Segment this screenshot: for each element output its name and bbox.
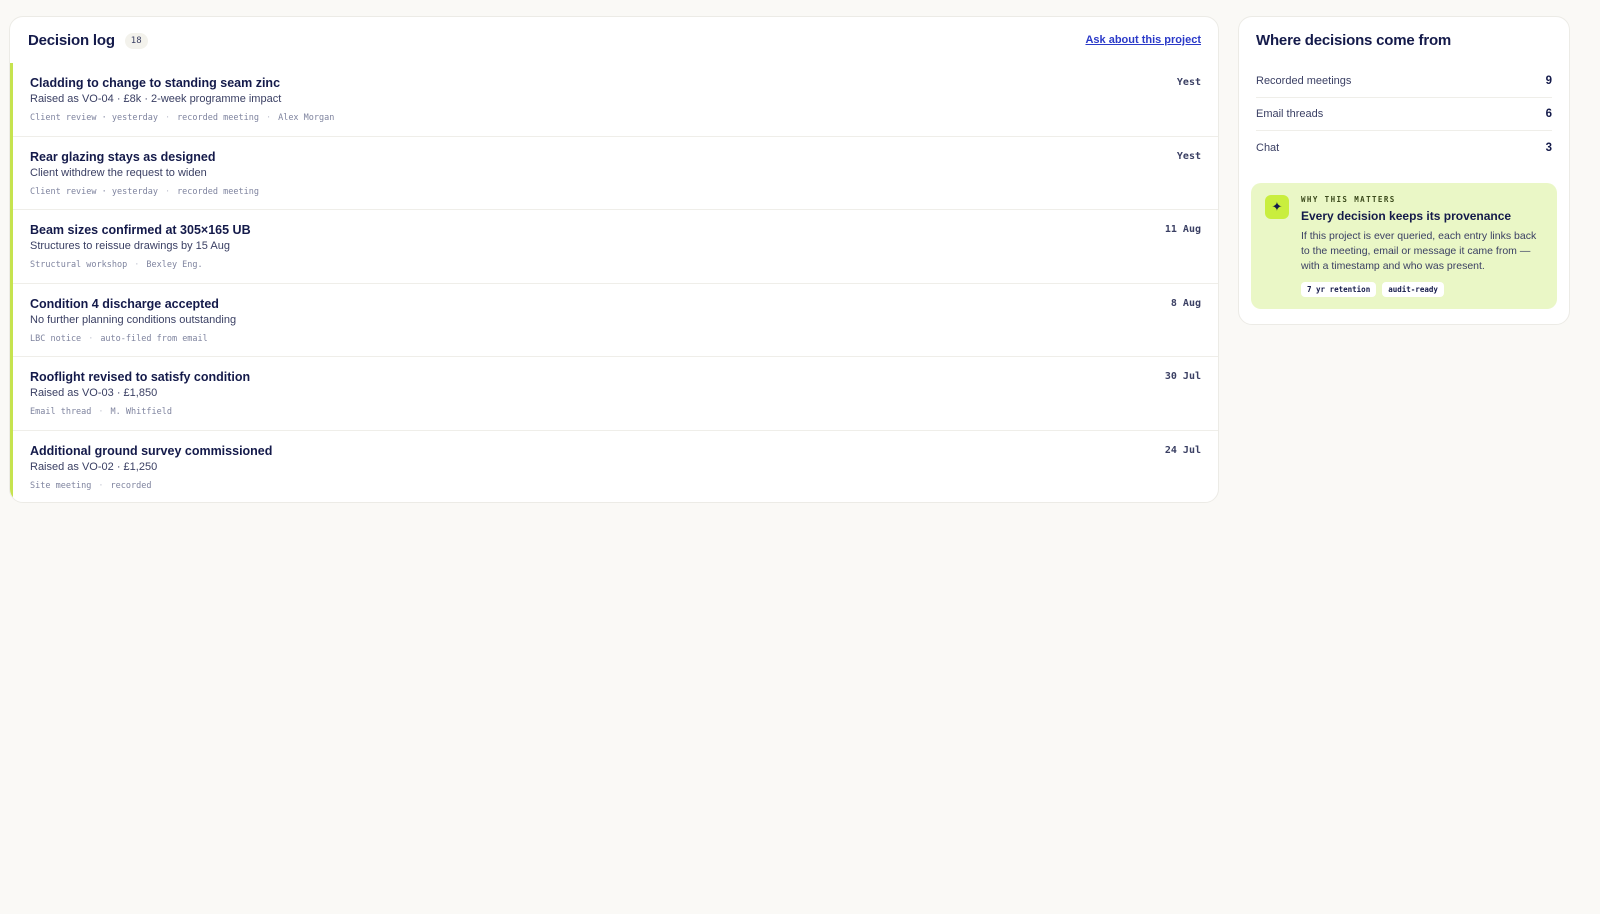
decision-date: 11 Aug [1164, 224, 1201, 236]
meta-item: Client review · yesterday [30, 113, 158, 123]
meta-item: Site meeting [30, 480, 92, 491]
decision-description: Raised as VO-02 · £1,250 [30, 460, 158, 473]
decision-date: 24 Jul [1164, 444, 1201, 456]
meta-item: recorded meeting [177, 186, 259, 197]
why-tag: 7 yr retention [1301, 282, 1377, 297]
decision-title: Additional ground survey commissioned [30, 443, 273, 458]
decision-description: Raised as VO-03 · £1,850 [30, 387, 158, 400]
decision-log-title: Decision log [28, 32, 115, 49]
meta-item: Bexley Eng. [146, 260, 203, 271]
meta-item: Alex Morgan [278, 113, 335, 123]
decision-entry[interactable]: Additional ground survey commissioned Rai… [13, 431, 1218, 502]
sparkle-icon: ✦ [1265, 195, 1289, 219]
source-count: 6 [1545, 108, 1552, 120]
decision-meta: Client review · yesterday · recorded meeti… [30, 186, 1201, 198]
decision-meta: Site meeting · recorded [30, 480, 1201, 492]
decision-description: Client withdrew the request to widen [30, 166, 207, 179]
meta-separator: · [134, 260, 140, 271]
meta-separator: · [88, 333, 94, 344]
meta-item: M. Whitfield [110, 407, 172, 418]
decision-title: Rear glazing stays as designed [30, 149, 216, 164]
why-title: Every decision keeps its provenance [1301, 209, 1512, 223]
source-label: Recorded meetings [1256, 75, 1352, 87]
source-count: 9 [1545, 75, 1552, 87]
decision-date: 8 Aug [1170, 297, 1201, 309]
why-text: If this project is ever queried, each en… [1301, 230, 1537, 272]
why-this-matters-panel: ✦ WHY THIS MATTERS Every decision keeps … [1251, 183, 1557, 309]
decision-log-header: Decision log 18 Ask about this project [10, 17, 1218, 64]
source-row: Email threads 6 [1256, 98, 1552, 131]
decision-entry[interactable]: Rear glazing stays as designed Client wit… [13, 137, 1218, 211]
decision-sources-card: Where decisions come from Recorded meeti… [1238, 16, 1570, 325]
sources-list: Recorded meetings 9 Email threads 6 Chat 3 [1256, 65, 1552, 164]
why-tags: 7 yr retention audit-ready [1301, 282, 1543, 297]
meta-item: auto-filed from email [100, 333, 208, 344]
meta-item: Structural workshop [30, 260, 128, 271]
meta-separator: · [98, 407, 104, 418]
decision-title: Beam sizes confirmed at 305×165 UB [30, 223, 251, 238]
decision-entry[interactable]: Condition 4 discharge accepted No further… [13, 284, 1218, 358]
decision-count-badge: 18 [124, 32, 148, 49]
why-eyebrow: WHY THIS MATTERS [1301, 195, 1396, 204]
decision-meta: Client review · yesterday · recorded meeti… [30, 112, 1201, 124]
meta-separator: · [98, 480, 104, 491]
decision-date: Yest [1176, 150, 1201, 162]
decision-date: Yest [1176, 77, 1201, 88]
meta-item: Client review · yesterday [30, 186, 158, 197]
decision-meta: LBC notice · auto-filed from email [30, 333, 1201, 345]
decision-meta: Structural workshop · Bexley Eng. [30, 259, 1201, 271]
meta-separator: · [164, 186, 171, 197]
decision-meta: Email thread · M. Whitfield [30, 406, 1201, 418]
decision-date: 30 Jul [1164, 371, 1201, 383]
meta-item: LBC notice [30, 333, 82, 344]
meta-separator: · [164, 113, 171, 123]
meta-separator: · [265, 113, 272, 123]
decision-list: Cladding to change to standing seam zinc… [10, 63, 1218, 502]
source-label: Email threads [1256, 108, 1324, 120]
sources-title: Where decisions come from [1256, 32, 1452, 49]
ask-about-project-link[interactable]: Ask about this project [1085, 34, 1201, 46]
decision-title: Rooflight revised to satisfy condition [30, 370, 251, 385]
meta-item: recorded meeting [177, 113, 259, 123]
decision-log-card: Decision log 18 Ask about this project C… [9, 16, 1219, 503]
decision-description: No further planning conditions outstandi… [30, 313, 237, 326]
source-row: Chat 3 [1256, 131, 1552, 164]
decision-title: Condition 4 discharge accepted [30, 296, 219, 311]
source-count: 3 [1545, 141, 1552, 154]
decision-title: Cladding to change to standing seam zinc [30, 76, 281, 90]
meta-item: Email thread [30, 407, 92, 418]
decision-entry[interactable]: Cladding to change to standing seam zinc… [13, 63, 1218, 137]
source-label: Chat [1256, 141, 1280, 154]
decision-description: Structures to reissue drawings by 15 Aug [30, 240, 230, 253]
source-row: Recorded meetings 9 [1256, 65, 1552, 98]
decision-entry[interactable]: Rooflight revised to satisfy condition Ra… [13, 357, 1218, 431]
decision-entry[interactable]: Beam sizes confirmed at 305×165 UB Struct… [13, 210, 1218, 284]
meta-item: recorded [110, 480, 152, 491]
why-tag: audit-ready [1382, 282, 1444, 297]
decision-description: Raised as VO-04 · £8k · 2-week programme… [30, 93, 282, 105]
